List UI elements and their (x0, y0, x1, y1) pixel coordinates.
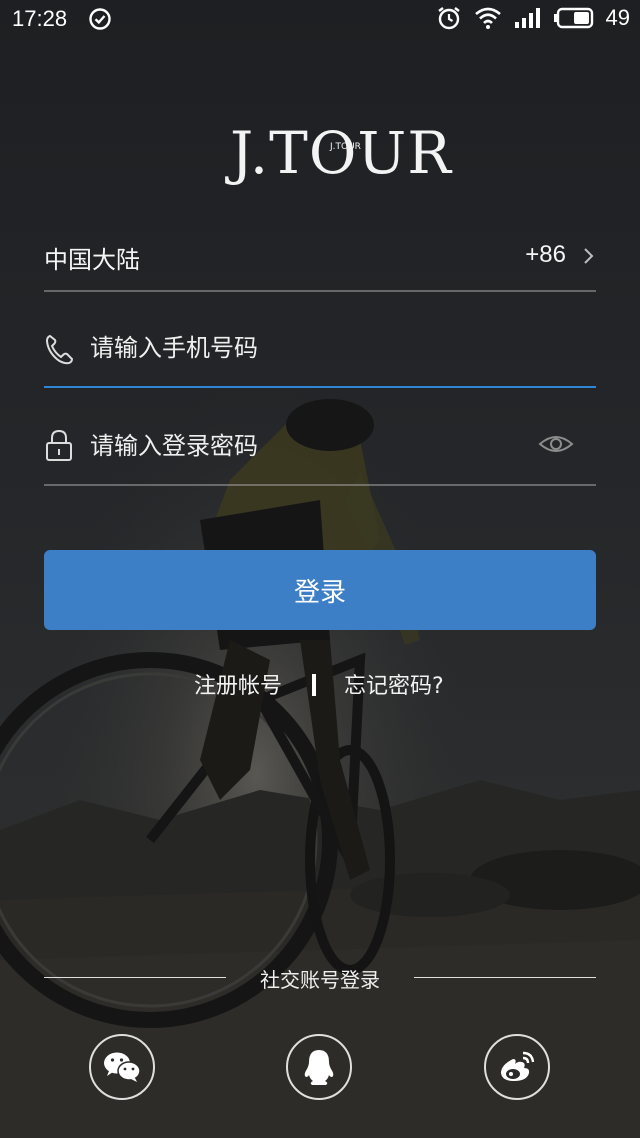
phone-field-row (44, 322, 596, 388)
weibo-icon (501, 1051, 535, 1081)
social-divider-right (414, 977, 596, 978)
region-code: +86 (525, 241, 566, 268)
logo-text: J.TOUR (230, 119, 452, 187)
weibo-login-button[interactable] (484, 1034, 550, 1100)
region-selector[interactable]: 中国大陆 +86 (44, 230, 596, 292)
status-indicators: 49 (436, 5, 630, 31)
phone-input[interactable] (90, 328, 530, 368)
qq-icon (304, 1050, 334, 1085)
status-time: 17:28 (12, 6, 68, 31)
lock-icon (46, 429, 72, 461)
link-separator (312, 674, 316, 696)
password-field-row (44, 420, 596, 486)
wechat-login-button[interactable] (89, 1034, 155, 1100)
chevron-right-icon (584, 248, 594, 264)
social-login-title: 社交账号登录 (260, 968, 380, 992)
alarm-icon (437, 7, 460, 30)
phone-icon (45, 334, 74, 365)
wifi-icon (474, 7, 501, 29)
app-logo: J.TOUR J.TOUR (230, 118, 451, 188)
login-button[interactable]: 登录 (44, 550, 596, 630)
forgot-password-link[interactable]: 忘记密码? (344, 668, 444, 700)
battery-icon (553, 7, 593, 29)
battery-percent: 49 (605, 5, 630, 30)
check-circle-icon (89, 8, 111, 30)
eye-icon[interactable] (538, 432, 574, 456)
account-links: 注册帐号 忘记密码? (0, 666, 640, 700)
password-input[interactable] (90, 426, 530, 466)
signal-icon (514, 8, 540, 28)
status-bar: 17:28 49 (0, 0, 640, 40)
register-link[interactable]: 注册帐号 (194, 668, 282, 700)
wechat-icon (104, 1052, 141, 1082)
logo-subtext: J.TOUR (330, 142, 361, 152)
region-name: 中国大陆 (44, 246, 140, 274)
qq-login-button[interactable] (286, 1034, 352, 1100)
